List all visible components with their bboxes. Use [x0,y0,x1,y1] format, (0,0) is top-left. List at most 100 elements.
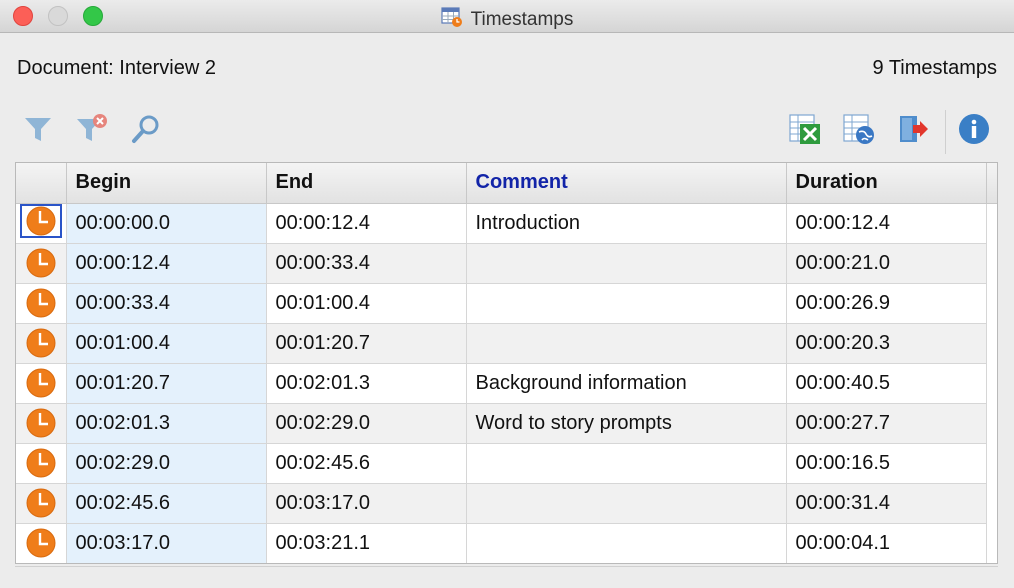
clock-icon [26,288,56,318]
cell-begin[interactable]: 00:03:17.0 [66,523,267,563]
icon-wrapper [25,448,57,478]
clock-icon [26,328,56,358]
timestamps-table[interactable]: Begin End Comment Duration 00:00:00.0 00… [15,162,998,564]
cell-duration[interactable]: 00:00:27.7 [786,403,987,444]
window-title-area: Timestamps [0,6,1014,34]
cell-begin[interactable]: 00:00:12.4 [66,243,267,284]
cell-filler [986,243,997,283]
cell-end[interactable]: 00:03:17.0 [266,483,467,524]
cell-comment[interactable]: Background information [466,363,787,404]
icon-wrapper [25,528,57,558]
export-html-button[interactable] [841,108,877,150]
row-icon-cell[interactable] [16,403,67,444]
filter-button[interactable] [20,108,56,150]
cell-filler [986,363,997,403]
export-excel-icon [789,114,820,144]
row-icon-cell[interactable] [16,323,67,364]
cell-comment[interactable] [466,283,787,324]
cell-begin[interactable]: 00:01:20.7 [66,363,267,404]
column-header-filler [986,163,997,204]
table-row[interactable]: 00:00:00.0 00:00:12.4 Introduction 00:00… [16,203,997,244]
cell-duration[interactable]: 00:00:26.9 [786,283,987,324]
cell-comment[interactable] [466,523,787,563]
cell-duration[interactable]: 00:00:31.4 [786,483,987,524]
cell-comment[interactable]: Introduction [466,203,787,244]
table-row[interactable]: 00:01:20.7 00:02:01.3 Background informa… [16,363,997,404]
column-header-comment[interactable]: Comment [466,163,787,204]
timestamp-count: 9 Timestamps [872,57,997,79]
cell-filler [986,283,997,323]
cell-end[interactable]: 00:02:01.3 [266,363,467,404]
cell-end[interactable]: 00:02:45.6 [266,443,467,484]
cell-begin[interactable]: 00:01:00.4 [66,323,267,364]
cell-begin[interactable]: 00:00:00.0 [66,203,267,244]
cell-begin[interactable]: 00:02:45.6 [66,483,267,524]
table-header-row: Begin End Comment Duration [16,163,997,204]
row-icon-cell[interactable] [16,523,67,563]
cell-end[interactable]: 00:01:20.7 [266,323,467,364]
timestamps-window: Timestamps Document: Interview 2 9 Times… [0,0,1014,588]
column-header-icon[interactable] [16,163,67,204]
cell-begin[interactable]: 00:00:33.4 [66,283,267,324]
icon-wrapper [25,368,57,398]
clock-icon [26,248,56,278]
cell-comment[interactable] [466,243,787,284]
selected-row-indicator [19,203,62,238]
icon-wrapper [25,328,57,358]
clock-icon [26,206,56,235]
row-icon-cell[interactable] [16,363,67,404]
filter-icon [25,118,51,141]
row-icon-cell[interactable] [16,483,67,524]
table-row[interactable]: 00:02:01.3 00:02:29.0 Word to story prom… [16,403,997,444]
cell-comment[interactable] [466,323,787,364]
clear-filter-button[interactable] [74,108,110,150]
cell-duration[interactable]: 00:00:12.4 [786,203,987,244]
clear-filter-icon [77,114,107,141]
cell-duration[interactable]: 00:00:20.3 [786,323,987,364]
table-row[interactable]: 00:02:29.0 00:02:45.6 00:00:16.5 [16,443,997,484]
cell-filler [986,203,997,243]
column-header-duration[interactable]: Duration [786,163,987,204]
icon-wrapper [25,408,57,438]
cell-filler [986,403,997,443]
table-row[interactable]: 00:00:12.4 00:00:33.4 00:00:21.0 [16,243,997,284]
cell-end[interactable]: 00:00:12.4 [266,203,467,244]
table-row[interactable]: 00:02:45.6 00:03:17.0 00:00:31.4 [16,483,997,524]
icon-wrapper [25,288,57,318]
cell-end[interactable]: 00:02:29.0 [266,403,467,444]
row-icon-cell[interactable] [16,243,67,284]
table-row[interactable]: 00:01:00.4 00:01:20.7 00:00:20.3 [16,323,997,364]
table-row[interactable]: 00:03:17.0 00:03:21.1 00:00:04.1 [16,523,997,563]
cell-duration[interactable]: 00:00:40.5 [786,363,987,404]
cell-duration[interactable]: 00:00:16.5 [786,443,987,484]
row-icon-cell[interactable] [16,283,67,324]
window-title: Timestamps [470,9,574,30]
clock-icon [26,368,56,398]
cell-end[interactable]: 00:01:00.4 [266,283,467,324]
cell-begin[interactable]: 00:02:29.0 [66,443,267,484]
cell-comment[interactable]: Word to story prompts [466,403,787,444]
cell-comment[interactable] [466,443,787,484]
column-header-end[interactable]: End [266,163,467,204]
cell-filler [986,323,997,363]
cell-duration[interactable]: 00:00:21.0 [786,243,987,284]
icon-wrapper [25,488,57,518]
document-label: Document: Interview 2 [17,57,216,79]
cell-comment[interactable] [466,483,787,524]
table-row[interactable]: 00:00:33.4 00:01:00.4 00:00:26.9 [16,283,997,324]
search-button[interactable] [128,108,164,150]
info-button[interactable] [956,108,992,150]
cell-begin[interactable]: 00:02:01.3 [66,403,267,444]
title-bar[interactable]: Timestamps [0,0,1014,33]
cell-end[interactable]: 00:00:33.4 [266,243,467,284]
toolbar-separator [945,110,946,154]
column-header-begin[interactable]: Begin [66,163,267,204]
row-icon-cell[interactable] [16,203,67,244]
row-icon-cell[interactable] [16,443,67,484]
export-html-icon [843,114,874,144]
table-body: 00:00:00.0 00:00:12.4 Introduction 00:00… [16,203,997,563]
cell-end[interactable]: 00:03:21.1 [266,523,467,563]
cell-duration[interactable]: 00:00:04.1 [786,523,987,563]
export-excel-button[interactable] [787,108,823,150]
export-button[interactable] [895,108,931,150]
